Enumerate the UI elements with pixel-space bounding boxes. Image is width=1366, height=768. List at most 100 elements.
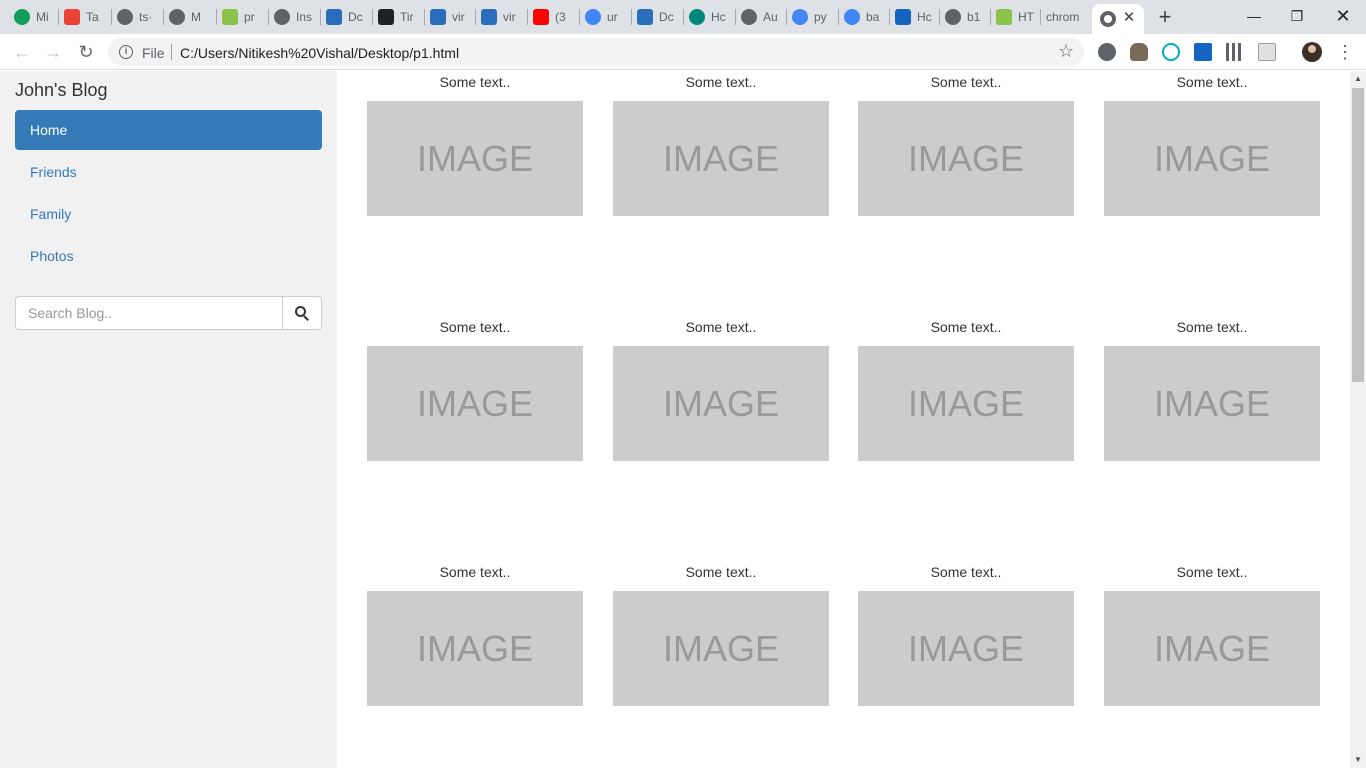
- back-button[interactable]: ←: [10, 40, 34, 64]
- tab-label: Hc: [917, 10, 932, 24]
- doc-site-icon: [326, 9, 342, 25]
- tab-label: ur: [607, 10, 618, 24]
- tab[interactable]: ur: [585, 6, 625, 28]
- tab-separator: [786, 9, 787, 25]
- tab[interactable]: Dc: [326, 6, 366, 28]
- library-icon[interactable]: [1226, 43, 1244, 61]
- tab[interactable]: py: [792, 6, 832, 28]
- image-placeholder: IMAGE: [1104, 101, 1320, 216]
- tab[interactable]: Ta: [64, 6, 104, 28]
- tab-separator: [631, 9, 632, 25]
- gallery-item: Some text.. IMAGE: [1104, 561, 1320, 706]
- tab[interactable]: ba: [844, 6, 884, 28]
- image-placeholder: IMAGE: [613, 346, 829, 461]
- image-placeholder: IMAGE: [613, 591, 829, 706]
- react-extension-icon[interactable]: [1162, 43, 1180, 61]
- tab[interactable]: Hc: [689, 6, 729, 28]
- more-menu-icon[interactable]: ⋮: [1336, 40, 1354, 64]
- google-icon: [792, 9, 808, 25]
- tab[interactable]: Hc: [895, 6, 935, 28]
- gallery-caption: Some text..: [439, 74, 511, 90]
- tab[interactable]: vir: [481, 6, 521, 28]
- gear-site-icon: [689, 9, 705, 25]
- image-placeholder: IMAGE: [367, 101, 583, 216]
- page-viewport: John's Blog Home Friends Family Photos S…: [0, 71, 1366, 768]
- mail-extension-icon[interactable]: [1098, 43, 1116, 61]
- tab-active[interactable]: ✕: [1092, 4, 1144, 34]
- tab[interactable]: Dc: [637, 6, 677, 28]
- close-tab-icon[interactable]: ✕: [1120, 9, 1138, 27]
- tab[interactable]: pr: [222, 6, 262, 28]
- address-divider: [171, 44, 172, 60]
- nav-item-friends[interactable]: Friends: [15, 152, 322, 192]
- tab-label: (3: [555, 10, 566, 24]
- clapper-extension-icon[interactable]: [1194, 43, 1212, 61]
- reload-button[interactable]: ↻: [74, 40, 98, 64]
- forward-button[interactable]: →: [41, 40, 65, 64]
- nav-item-family[interactable]: Family: [15, 194, 322, 234]
- bookmark-star-icon[interactable]: ☆: [1058, 41, 1074, 62]
- tab-separator: [579, 9, 580, 25]
- tab-strip: ✕ + — ❐ ✕ Mi Ta ts· Mpr Ins Dc Tir vir vir (3 ur Dc…: [0, 0, 1366, 34]
- search-button[interactable]: [282, 296, 322, 330]
- close-window-button[interactable]: ✕: [1320, 0, 1366, 32]
- globe-icon: [169, 9, 185, 25]
- gallery-row: Some text.. IMAGE Some text.. IMAGE Some…: [367, 71, 1320, 216]
- tab-label: Tir: [400, 10, 414, 24]
- tab[interactable]: ts·: [117, 6, 157, 28]
- nav-item-photos[interactable]: Photos: [15, 236, 322, 276]
- profile-avatar[interactable]: [1302, 42, 1322, 62]
- search-input[interactable]: [15, 296, 283, 330]
- tab-label: Ins: [296, 10, 313, 24]
- gallery-caption: Some text..: [685, 564, 757, 580]
- tab-separator: [268, 9, 269, 25]
- tab[interactable]: chrom: [1046, 6, 1084, 28]
- minimize-button[interactable]: —: [1231, 0, 1277, 32]
- tab[interactable]: Ins: [274, 6, 314, 28]
- info-icon[interactable]: i: [119, 45, 133, 59]
- address-url[interactable]: C:/Users/Nitikesh%20Vishal/Desktop/p1.ht…: [180, 45, 459, 61]
- gallery-caption: Some text..: [930, 74, 1002, 90]
- gallery-item: Some text.. IMAGE: [367, 316, 583, 461]
- reader-extension-icon[interactable]: [1258, 43, 1276, 61]
- tab[interactable]: Mi: [14, 6, 54, 28]
- tab[interactable]: b1: [945, 6, 985, 28]
- tab[interactable]: (3: [533, 6, 573, 28]
- vertical-scrollbar[interactable]: ▲ ▼: [1350, 71, 1366, 768]
- browser-toolbar: ← → ↻ i File C:/Users/Nitikesh%20Vishal/…: [0, 34, 1366, 70]
- tab-separator: [939, 9, 940, 25]
- scroll-down-arrow-icon[interactable]: ▼: [1350, 752, 1366, 768]
- globe-icon: [274, 9, 290, 25]
- globe-icon: [117, 9, 133, 25]
- hangouts-icon: [14, 9, 30, 25]
- m-icon: [222, 9, 238, 25]
- nav-item-home[interactable]: Home: [15, 110, 322, 150]
- tab-separator: [111, 9, 112, 25]
- tab-separator: [58, 9, 59, 25]
- image-placeholder: IMAGE: [858, 101, 1074, 216]
- scroll-up-arrow-icon[interactable]: ▲: [1350, 71, 1366, 87]
- tab-separator: [475, 9, 476, 25]
- gallery-item: Some text.. IMAGE: [1104, 316, 1320, 461]
- tab[interactable]: Au: [741, 6, 781, 28]
- tab[interactable]: HT: [996, 6, 1036, 28]
- tab-label: b1: [967, 10, 981, 24]
- tab-separator: [216, 9, 217, 25]
- w3-icon: [996, 9, 1012, 25]
- address-bar[interactable]: i File C:/Users/Nitikesh%20Vishal/Deskto…: [108, 38, 1084, 66]
- image-placeholder: IMAGE: [858, 591, 1074, 706]
- tab[interactable]: M: [169, 6, 209, 28]
- new-tab-button[interactable]: +: [1153, 5, 1177, 29]
- tab[interactable]: Tir: [378, 6, 418, 28]
- gallery-item: Some text.. IMAGE: [858, 71, 1074, 216]
- gallery-item: Some text.. IMAGE: [613, 71, 829, 216]
- tab-label: Au: [763, 10, 778, 24]
- image-placeholder: IMAGE: [367, 346, 583, 461]
- tab[interactable]: vir: [430, 6, 470, 28]
- globe-icon: [945, 9, 961, 25]
- hat-extension-icon[interactable]: [1130, 43, 1148, 61]
- blog-title: John's Blog: [15, 80, 108, 100]
- scrollbar-thumb[interactable]: [1352, 88, 1364, 382]
- tab-label: pr: [244, 10, 255, 24]
- restore-button[interactable]: ❐: [1274, 0, 1320, 32]
